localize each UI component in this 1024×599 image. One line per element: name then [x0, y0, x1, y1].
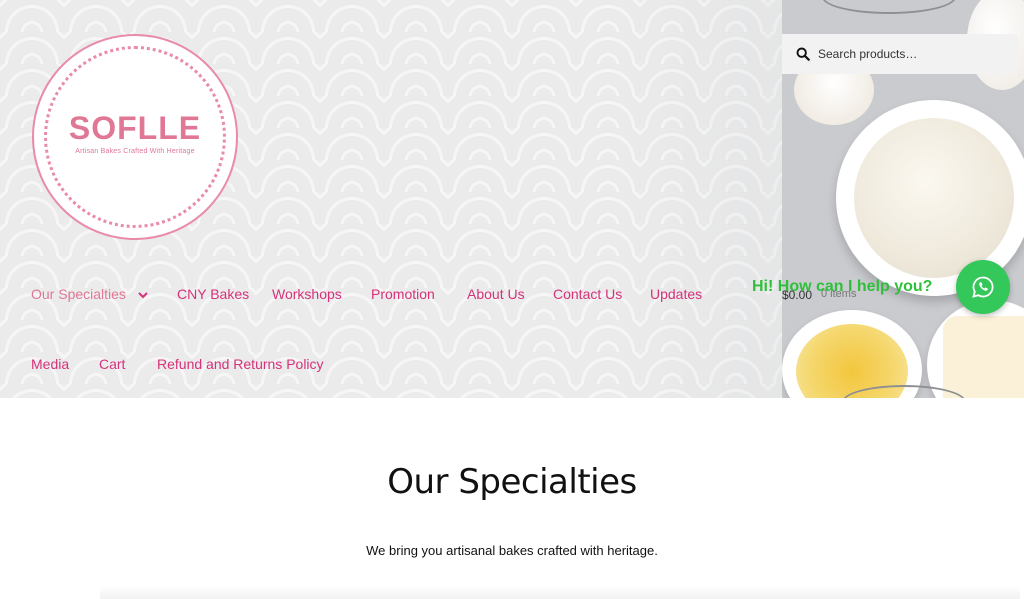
whatsapp-chat-button[interactable]: [956, 260, 1010, 314]
chevron-down-icon[interactable]: [138, 291, 148, 299]
search-input[interactable]: [816, 46, 1010, 62]
logo-tagline: Artisan Bakes Crafted With Heritage: [75, 148, 195, 155]
nav-item-our-specialties[interactable]: Our Specialties: [31, 286, 148, 302]
nav-item-updates[interactable]: Updates: [650, 286, 702, 302]
site-logo[interactable]: SOFLLE Artisan Bakes Crafted With Herita…: [32, 34, 238, 240]
whatsapp-icon: [972, 276, 994, 298]
nav-item-refund-policy[interactable]: Refund and Returns Policy: [157, 356, 324, 372]
nav-item-cny-bakes[interactable]: CNY Bakes: [177, 286, 249, 302]
page-title: Our Specialties: [387, 462, 637, 502]
whisk-shape: [822, 0, 956, 14]
site-header: SOFLLE Artisan Bakes Crafted With Herita…: [0, 0, 1024, 398]
cream-bowl: [927, 300, 1024, 398]
nav-item-contact-us[interactable]: Contact Us: [553, 286, 622, 302]
nav-item-cart[interactable]: Cart: [99, 356, 125, 372]
logo-brand-name: SOFLLE: [68, 110, 202, 146]
nav-item-about-us[interactable]: About Us: [467, 286, 525, 302]
content-card-edge: [100, 585, 1020, 599]
nav-item-media[interactable]: Media: [31, 356, 69, 372]
nav-item-label: Our Specialties: [31, 286, 126, 302]
chat-greeting[interactable]: Hi! How can I help you?: [752, 278, 932, 296]
nav-item-workshops[interactable]: Workshops: [272, 286, 342, 302]
search-icon: [796, 47, 810, 61]
page-subtitle: We bring you artisanal bakes crafted wit…: [366, 543, 658, 558]
nav-item-promotion[interactable]: Promotion: [371, 286, 435, 302]
product-search[interactable]: [782, 34, 1018, 74]
